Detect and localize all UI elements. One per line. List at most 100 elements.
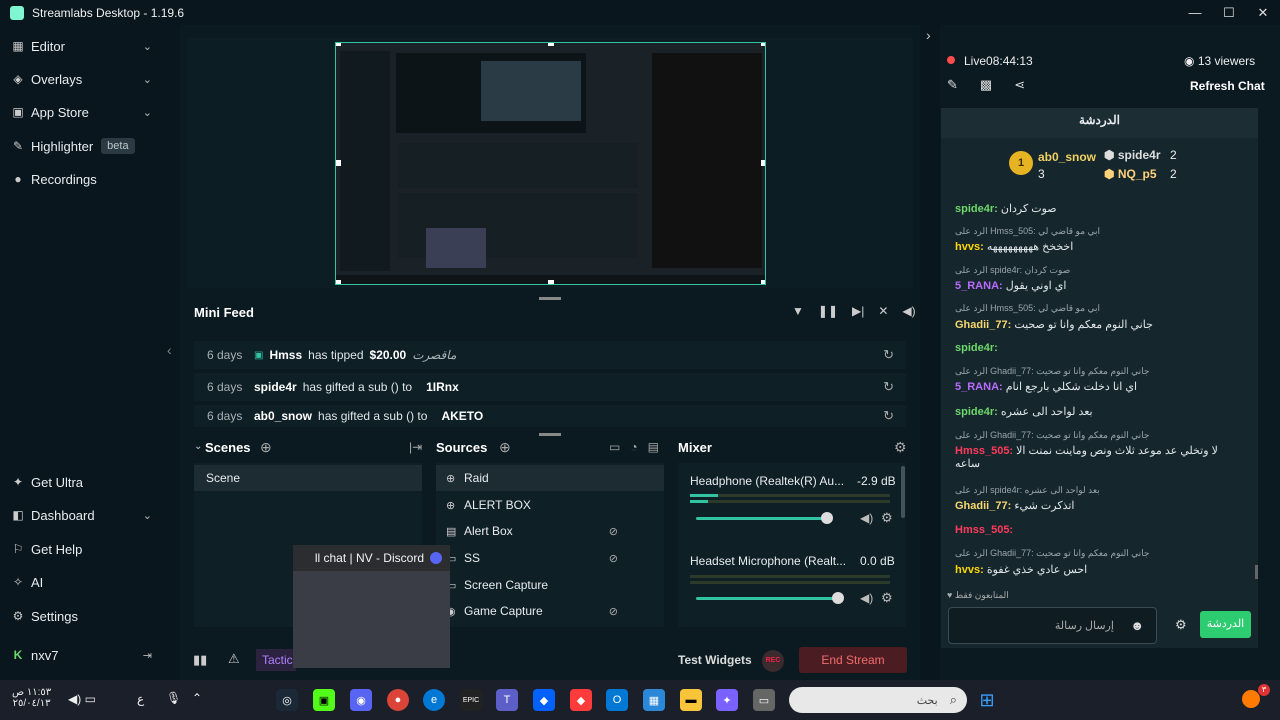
teams-icon[interactable]: T	[496, 689, 518, 711]
collapse-right-icon[interactable]: ›	[926, 27, 931, 43]
resize-handle[interactable]	[548, 43, 554, 46]
selective-recording-icon[interactable]: ▭	[609, 440, 620, 454]
logout-icon[interactable]: ⇥	[143, 649, 152, 662]
sidebar-item-get-ultra[interactable]: ✦ Get Ultra	[0, 467, 166, 497]
resize-handle[interactable]	[336, 43, 341, 46]
speaker-icon[interactable]: ◀)	[860, 511, 873, 525]
gear-icon[interactable]: ⚙	[881, 590, 893, 606]
chevron-down-icon[interactable]: ⌄	[194, 441, 202, 452]
chevron-down-icon[interactable]: ⌄	[143, 509, 152, 522]
chevron-down-icon[interactable]: ⌄	[143, 40, 152, 53]
chevron-down-icon[interactable]: ⌄	[143, 106, 152, 119]
maximize-button[interactable]: ☐	[1212, 0, 1246, 25]
refresh-source-icon[interactable]: ◔	[630, 440, 637, 454]
edit-icon[interactable]: ✎	[947, 77, 958, 93]
source-item[interactable]: ▤ Alert Box ⊘	[436, 518, 664, 544]
refresh-chat-button[interactable]: Refresh Chat	[1190, 79, 1265, 93]
share-icon[interactable]: ⋖	[1014, 77, 1025, 93]
system-clock[interactable]: ١١:٥٣ ص ٢٥/٠٤/١٣	[12, 687, 51, 709]
gear-icon[interactable]: ⚙	[894, 439, 907, 456]
source-item[interactable]: ▭ Screen Capture	[436, 572, 664, 598]
epic-games-icon[interactable]: EPIC	[460, 689, 482, 711]
volume-icon[interactable]: ◀)	[902, 304, 915, 318]
source-item[interactable]: ⊕ Raid	[436, 465, 664, 491]
resize-handle[interactable]	[548, 280, 554, 284]
edge-icon[interactable]: e	[423, 689, 445, 711]
mute-alerts-icon[interactable]: ✕	[878, 304, 888, 318]
sidebar-item-dashboard[interactable]: ◧ Dashboard ⌄	[0, 500, 166, 530]
speaker-icon[interactable]: ◀)	[68, 692, 85, 706]
video-icon[interactable]: ▩	[980, 77, 992, 93]
replay-icon[interactable]: ↻	[883, 408, 894, 424]
skip-icon[interactable]: ▶|	[852, 304, 864, 318]
hidden-eye-icon[interactable]: ⊘	[609, 552, 618, 565]
screen-capture-preview[interactable]	[335, 42, 766, 285]
discord-icon[interactable]: ◉	[350, 689, 372, 711]
sidebar-item-ai[interactable]: ✧ AI	[0, 567, 166, 597]
chevron-up-icon[interactable]: ⌃	[192, 691, 202, 705]
chrome-icon[interactable]: ●	[387, 689, 409, 711]
scene-collapse-icon[interactable]: |⇥	[409, 440, 422, 454]
monitor-icon[interactable]: ▭	[85, 692, 96, 706]
file-explorer-icon[interactable]: ▬	[680, 689, 702, 711]
volume-slider-track[interactable]	[696, 517, 831, 520]
tactic-button[interactable]: Tactic	[256, 649, 296, 671]
speaker-icon[interactable]: ◀)	[860, 591, 873, 605]
resize-handle[interactable]	[761, 160, 765, 166]
resize-handle[interactable]	[336, 160, 341, 166]
riot-icon[interactable]: ◆	[570, 689, 592, 711]
close-button[interactable]: ✕	[1246, 0, 1280, 25]
emoji-icon[interactable]: ☻	[1130, 618, 1144, 633]
filter-icon[interactable]: ▼	[792, 304, 804, 318]
add-source-icon[interactable]: ⊕	[499, 439, 511, 456]
sidebar-item-overlays[interactable]: ◈ Overlays ⌄	[0, 64, 166, 94]
gear-icon[interactable]: ⚙	[1175, 617, 1187, 633]
minimize-button[interactable]: —	[1178, 0, 1212, 25]
sidebar-item-highlighter[interactable]: ✎ Highlighter beta	[0, 131, 166, 161]
language-indicator[interactable]: ع	[137, 692, 144, 706]
chat-send-button[interactable]: الدردشة	[1200, 611, 1251, 638]
gear-icon[interactable]: ⚙	[881, 510, 893, 526]
resize-handle[interactable]	[761, 43, 765, 46]
resize-handle[interactable]	[336, 280, 341, 284]
sidebar-item-settings[interactable]: ⚙ Settings	[0, 601, 166, 631]
source-item[interactable]: ▭ SS ⊘	[436, 545, 664, 571]
replay-icon[interactable]: ↻	[883, 379, 894, 395]
pause-icon[interactable]: ❚❚	[818, 304, 838, 318]
taskbar-search[interactable]: بحث ⌕	[789, 687, 967, 713]
stats-icon[interactable]: ▮▮	[193, 652, 207, 668]
volume-slider-handle[interactable]	[821, 512, 833, 524]
streamlabs-icon[interactable]: ▣	[313, 689, 335, 711]
test-widgets-button[interactable]: Test Widgets	[678, 653, 752, 667]
volume-slider-handle[interactable]	[832, 592, 844, 604]
volume-slider-track[interactable]	[696, 597, 841, 600]
store-icon[interactable]: ▦	[643, 689, 665, 711]
preview-resize-grip[interactable]	[539, 297, 561, 300]
source-item[interactable]: ◉ Game Capture ⊘	[436, 598, 664, 624]
windows-start-icon[interactable]: ⊞	[976, 689, 998, 711]
notifications-icon[interactable]	[1242, 690, 1260, 708]
sidebar-item-get-help[interactable]: ⚐ Get Help	[0, 534, 166, 564]
chat-input[interactable]: إرسال رسالة ☻	[948, 607, 1157, 644]
hidden-eye-icon[interactable]: ⊘	[609, 605, 618, 618]
hidden-eye-icon[interactable]: ⊘	[609, 525, 618, 538]
resize-handle[interactable]	[761, 280, 765, 284]
folder-icon[interactable]: ▤	[648, 440, 659, 454]
sidebar-item-editor[interactable]: ▦ Editor ⌄	[0, 31, 166, 61]
scene-item[interactable]: Scene	[194, 465, 422, 491]
add-scene-icon[interactable]: ⊕	[260, 439, 272, 456]
sidebar-item-recordings[interactable]: ● Recordings	[0, 164, 166, 194]
collapse-left-icon[interactable]: ‹	[167, 342, 172, 358]
replay-icon[interactable]: ↻	[883, 347, 894, 363]
discord-thumbnail-popup[interactable]: ll chat | NV - Discord	[293, 545, 450, 668]
end-stream-button[interactable]: End Stream	[799, 647, 907, 673]
dropbox-icon[interactable]: ◆	[533, 689, 555, 711]
outlook-icon[interactable]: O	[606, 689, 628, 711]
mixer-scrollbar[interactable]	[901, 466, 905, 518]
steam-icon[interactable]: ◎	[276, 689, 298, 711]
record-button[interactable]: REC	[762, 650, 784, 672]
feed-resize-grip[interactable]	[539, 433, 561, 436]
chevron-down-icon[interactable]: ⌄	[143, 73, 152, 86]
source-item[interactable]: ⊕ ALERT BOX	[436, 492, 664, 518]
taskview-icon[interactable]: ▭	[753, 689, 775, 711]
